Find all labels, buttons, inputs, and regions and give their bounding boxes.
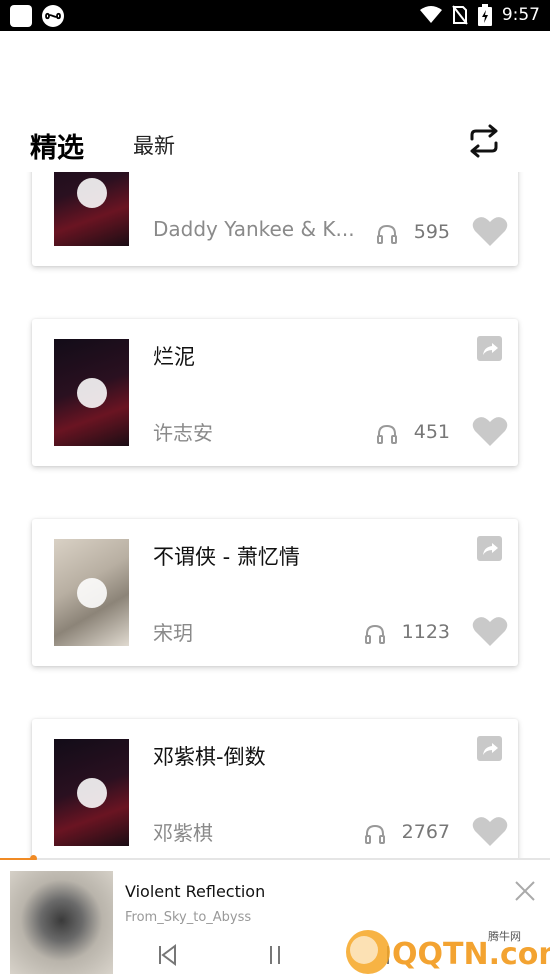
song-card[interactable]: Daddy Yankee & K... 595 <box>32 172 518 266</box>
song-cover[interactable] <box>54 172 129 246</box>
now-playing-artist: From_Sky_to_Abyss <box>125 910 252 925</box>
song-list[interactable]: Daddy Yankee & K... 595 烂泥 许志安 451 不谓侠 -… <box>0 172 550 859</box>
listen-count: 1123 <box>401 621 450 643</box>
song-title: 邓紫棋-倒数 <box>153 745 266 769</box>
song-cover[interactable] <box>54 739 129 846</box>
headphones-icon <box>377 224 397 244</box>
song-artist: 许志安 <box>153 421 213 445</box>
app-square-icon <box>10 5 32 27</box>
wifi-icon <box>419 6 442 23</box>
repeat-icon[interactable] <box>466 123 502 159</box>
headphones-icon <box>365 624 385 644</box>
song-artist: 邓紫棋 <box>153 821 213 845</box>
now-playing-title: Violent Reflection <box>125 882 266 901</box>
tab-featured[interactable]: 精选 <box>30 126 84 165</box>
play-icon[interactable] <box>77 578 107 608</box>
watermark-small: 腾牛网 <box>488 929 521 943</box>
song-artist: 宋玥 <box>153 621 193 645</box>
song-cover[interactable] <box>54 339 129 446</box>
share-icon[interactable] <box>477 736 502 761</box>
no-sim-icon <box>452 5 468 25</box>
song-title: 烂泥 <box>153 345 195 369</box>
song-cover[interactable] <box>54 539 129 646</box>
watermark-text: QQTN.com <box>392 937 550 972</box>
tab-bar: 精选 最新 <box>0 120 550 170</box>
watermark-logo: QQTN.com 腾牛网 <box>346 929 550 974</box>
song-card[interactable]: 不谓侠 - 萧忆情 宋玥 1123 <box>32 519 518 666</box>
song-title: 不谓侠 - 萧忆情 <box>153 545 300 569</box>
status-bar: 9:57 <box>0 0 550 31</box>
headphones-icon <box>377 424 397 444</box>
infinity-icon <box>42 5 64 27</box>
previous-icon[interactable] <box>156 944 178 966</box>
heart-icon[interactable] <box>472 615 508 648</box>
heart-icon[interactable] <box>472 215 508 248</box>
headphones-icon <box>365 824 385 844</box>
battery-charging-icon <box>477 4 492 26</box>
listen-count: 451 <box>413 421 450 443</box>
heart-icon[interactable] <box>472 815 508 848</box>
listen-count: 2767 <box>401 821 450 843</box>
play-icon[interactable] <box>77 378 107 408</box>
song-artist: Daddy Yankee & K... <box>153 217 355 241</box>
song-card[interactable]: 烂泥 许志安 451 <box>32 319 518 466</box>
share-icon[interactable] <box>477 536 502 561</box>
play-icon[interactable] <box>77 178 107 208</box>
play-icon[interactable] <box>77 778 107 808</box>
pause-icon[interactable] <box>264 944 286 966</box>
listen-count: 595 <box>413 221 450 243</box>
heart-icon[interactable] <box>472 415 508 448</box>
tab-latest[interactable]: 最新 <box>133 130 175 160</box>
now-playing-cover[interactable] <box>10 871 113 974</box>
close-icon[interactable] <box>514 880 536 902</box>
share-icon[interactable] <box>477 336 502 361</box>
song-card[interactable]: 邓紫棋-倒数 邓紫棋 2767 <box>32 719 518 859</box>
status-time: 9:57 <box>501 5 540 25</box>
